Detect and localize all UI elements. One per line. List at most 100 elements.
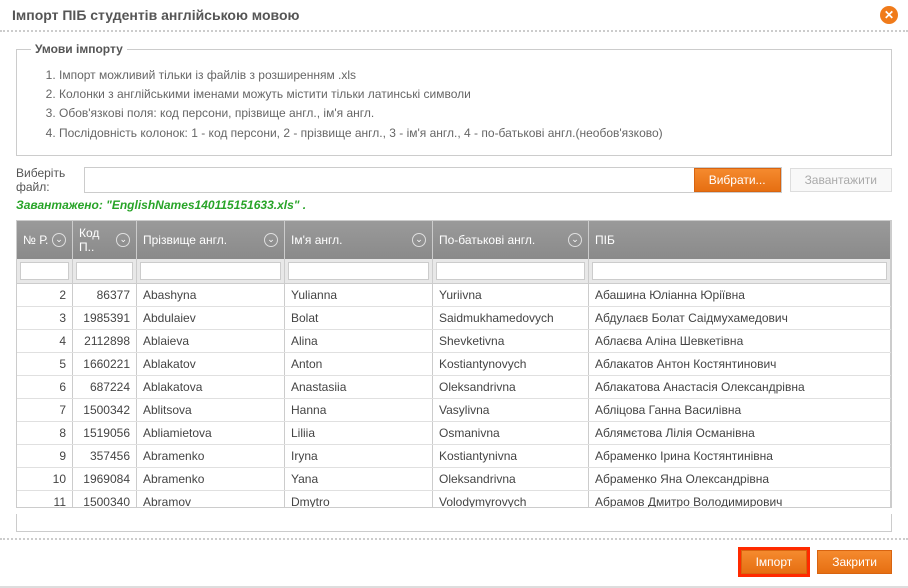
- cell-name: Hanna: [285, 399, 433, 421]
- cell-pib: Аблаєва Аліна Шевкетівна: [589, 330, 891, 352]
- cell-patronymic: Osmanivna: [433, 422, 589, 444]
- dialog-footer: Імпорт Закрити: [0, 538, 908, 586]
- cell-code: 1660221: [73, 353, 137, 375]
- table-row[interactable]: 71500342AblitsovaHannaVasylivnaАбліцова …: [17, 399, 891, 422]
- close-button[interactable]: Закрити: [817, 550, 892, 574]
- dialog-content: Умови імпорту Імпорт можливий тільки із …: [0, 32, 908, 538]
- table-row[interactable]: 111500340AbramovDmytroVolodymyrovychАбра…: [17, 491, 891, 507]
- table-row[interactable]: 101969084AbramenkoYanaOleksandrivnaАбрам…: [17, 468, 891, 491]
- conditions-list: Імпорт можливий тільки із файлів з розши…: [59, 66, 877, 143]
- file-chooser-row: Виберіть файл: Вибрати... Завантажити: [16, 166, 892, 194]
- col-header-pib[interactable]: ПІБ: [589, 221, 891, 259]
- cell-patronymic: Saidmukhamedovych: [433, 307, 589, 329]
- close-icon[interactable]: ✕: [880, 6, 898, 24]
- filter-name[interactable]: [288, 262, 429, 280]
- file-input-wrap: Вибрати...: [84, 167, 782, 193]
- table-row[interactable]: 9357456AbramenkoIrynaKostiantynivnaАбрам…: [17, 445, 891, 468]
- table-row[interactable]: 286377AbashynaYuliannaYuriivnaАбашина Юл…: [17, 284, 891, 307]
- cell-patronymic: Oleksandrivna: [433, 468, 589, 490]
- cell-patronymic: Kostiantynovych: [433, 353, 589, 375]
- results-table: № Р.⌄ Код П..⌄ Прізвище англ.⌄ Ім'я англ…: [16, 220, 892, 508]
- import-button[interactable]: Імпорт: [741, 550, 808, 574]
- cell-index: 7: [17, 399, 73, 421]
- cell-pib: Абліцова Ганна Василівна: [589, 399, 891, 421]
- cell-index: 10: [17, 468, 73, 490]
- cell-name: Liliia: [285, 422, 433, 444]
- chevron-down-icon[interactable]: ⌄: [52, 233, 66, 247]
- table-row[interactable]: 31985391AbdulaievBolatSaidmukhamedovychА…: [17, 307, 891, 330]
- cell-surname: Abramenko: [137, 468, 285, 490]
- upload-button: Завантажити: [790, 168, 892, 192]
- condition-item: Обов'язкові поля: код персони, прізвище …: [59, 104, 877, 123]
- cell-surname: Ablaieva: [137, 330, 285, 352]
- cell-index: 4: [17, 330, 73, 352]
- filter-surname[interactable]: [140, 262, 281, 280]
- cell-index: 3: [17, 307, 73, 329]
- table-row[interactable]: 51660221AblakatovAntonKostiantynovychАбл…: [17, 353, 891, 376]
- cell-name: Yana: [285, 468, 433, 490]
- condition-item: Колонки з англійськими іменами можуть мі…: [59, 85, 877, 104]
- cell-index: 9: [17, 445, 73, 467]
- cell-code: 1500340: [73, 491, 137, 507]
- table-row[interactable]: 81519056AbliamietovaLiliiaOsmanivnaАблям…: [17, 422, 891, 445]
- cell-index: 5: [17, 353, 73, 375]
- chevron-down-icon[interactable]: ⌄: [412, 233, 426, 247]
- cell-patronymic: Shevketivna: [433, 330, 589, 352]
- col-header-code[interactable]: Код П..⌄: [73, 221, 137, 259]
- cell-patronymic: Oleksandrivna: [433, 376, 589, 398]
- cell-pib: Абраменко Ірина Костянтинівна: [589, 445, 891, 467]
- file-label: Виберіть файл:: [16, 166, 76, 194]
- cell-name: Yulianna: [285, 284, 433, 306]
- cell-name: Alina: [285, 330, 433, 352]
- cell-surname: Abramenko: [137, 445, 285, 467]
- filter-patronymic[interactable]: [436, 262, 585, 280]
- cell-pib: Абдулаєв Болат Саідмухамедович: [589, 307, 891, 329]
- table-body[interactable]: 286377AbashynaYuliannaYuriivnaАбашина Юл…: [17, 283, 891, 507]
- table-filter-row: [17, 259, 891, 283]
- cell-surname: Ablitsova: [137, 399, 285, 421]
- condition-item: Послідовність колонок: 1 - код персони, …: [59, 124, 877, 143]
- col-header-surname[interactable]: Прізвище англ.⌄: [137, 221, 285, 259]
- cell-code: 86377: [73, 284, 137, 306]
- cell-code: 687224: [73, 376, 137, 398]
- import-dialog: Імпорт ПІБ студентів англійською мовою ✕…: [0, 0, 908, 588]
- cell-surname: Ablakatov: [137, 353, 285, 375]
- file-path-input[interactable]: [85, 168, 694, 192]
- cell-index: 11: [17, 491, 73, 507]
- cell-name: Bolat: [285, 307, 433, 329]
- dialog-header: Імпорт ПІБ студентів англійською мовою ✕: [0, 0, 908, 32]
- cell-surname: Abliamietova: [137, 422, 285, 444]
- table-row[interactable]: 6687224AblakatovaAnastasiiaOleksandrivna…: [17, 376, 891, 399]
- cell-index: 8: [17, 422, 73, 444]
- col-header-index[interactable]: № Р.⌄: [17, 221, 73, 259]
- table-row[interactable]: 42112898AblaievaAlinaShevketivnaАблаєва …: [17, 330, 891, 353]
- cell-pib: Абрамов Дмитро Володимирович: [589, 491, 891, 507]
- cell-code: 357456: [73, 445, 137, 467]
- cell-pib: Абашина Юліанна Юріївна: [589, 284, 891, 306]
- cell-patronymic: Volodymyrovych: [433, 491, 589, 507]
- col-header-patronymic[interactable]: По-батькові англ.⌄: [433, 221, 589, 259]
- cell-name: Dmytro: [285, 491, 433, 507]
- cell-code: 1500342: [73, 399, 137, 421]
- filter-pib[interactable]: [592, 262, 887, 280]
- cell-patronymic: Kostiantynivna: [433, 445, 589, 467]
- cell-surname: Abashyna: [137, 284, 285, 306]
- cell-patronymic: Yuriivna: [433, 284, 589, 306]
- filter-index[interactable]: [20, 262, 69, 280]
- filter-code[interactable]: [76, 262, 133, 280]
- horizontal-scrollbar[interactable]: [16, 514, 892, 532]
- col-header-name[interactable]: Ім'я англ.⌄: [285, 221, 433, 259]
- cell-index: 6: [17, 376, 73, 398]
- chevron-down-icon[interactable]: ⌄: [568, 233, 582, 247]
- browse-button[interactable]: Вибрати...: [694, 168, 781, 192]
- conditions-legend: Умови імпорту: [31, 42, 127, 56]
- cell-name: Iryna: [285, 445, 433, 467]
- cell-code: 1519056: [73, 422, 137, 444]
- chevron-down-icon[interactable]: ⌄: [264, 233, 278, 247]
- cell-patronymic: Vasylivna: [433, 399, 589, 421]
- cell-surname: Abramov: [137, 491, 285, 507]
- cell-surname: Ablakatova: [137, 376, 285, 398]
- chevron-down-icon[interactable]: ⌄: [116, 233, 130, 247]
- dialog-title: Імпорт ПІБ студентів англійською мовою: [12, 7, 299, 23]
- import-conditions: Умови імпорту Імпорт можливий тільки із …: [16, 42, 892, 156]
